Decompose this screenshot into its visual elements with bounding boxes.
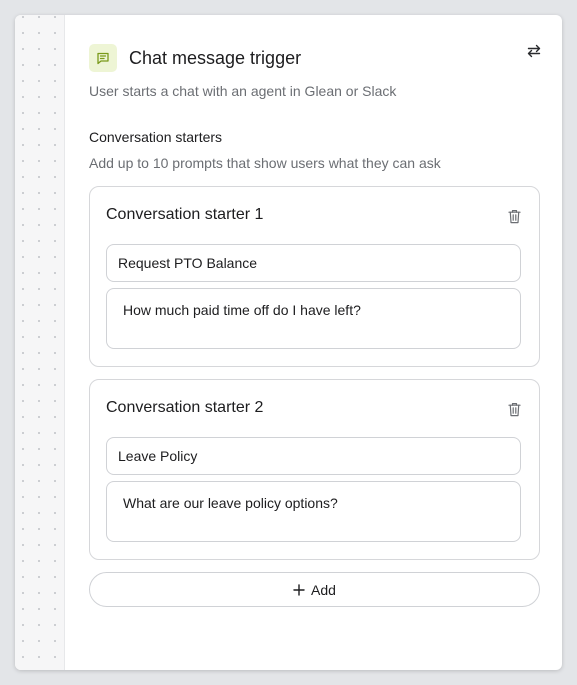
starter-prompt-textarea[interactable]: What are our leave policy options? [106,481,521,542]
conversation-starter-card: Conversation starter 2 Leave Policy What… [89,379,540,560]
swap-arrows-icon[interactable] [524,41,544,61]
starter-heading: Conversation starter 2 [106,399,264,416]
chat-bubble-icon [89,44,117,72]
trash-icon[interactable] [506,207,522,225]
section-help-text: Add up to 10 prompts that show users wha… [89,155,441,171]
starter-title-input[interactable]: Leave Policy [106,437,521,475]
trigger-subtitle: User starts a chat with an agent in Glea… [89,83,397,99]
starter-title-input[interactable]: Request PTO Balance [106,244,521,282]
starter-heading: Conversation starter 1 [106,206,264,223]
plus-icon [293,583,305,596]
add-starter-button[interactable]: Add [89,572,540,607]
trigger-title: Chat message trigger [129,47,302,68]
starter-prompt-textarea[interactable]: How much paid time off do I have left? [106,288,521,349]
trigger-config-window: Chat message trigger User starts a chat … [15,15,562,670]
add-button-label: Add [311,581,336,598]
canvas-rail [15,15,65,670]
section-label: Conversation starters [89,129,223,145]
conversation-starter-card: Conversation starter 1 Request PTO Balan… [89,186,540,367]
trash-icon[interactable] [506,400,522,418]
trigger-header: Chat message trigger [89,44,301,72]
